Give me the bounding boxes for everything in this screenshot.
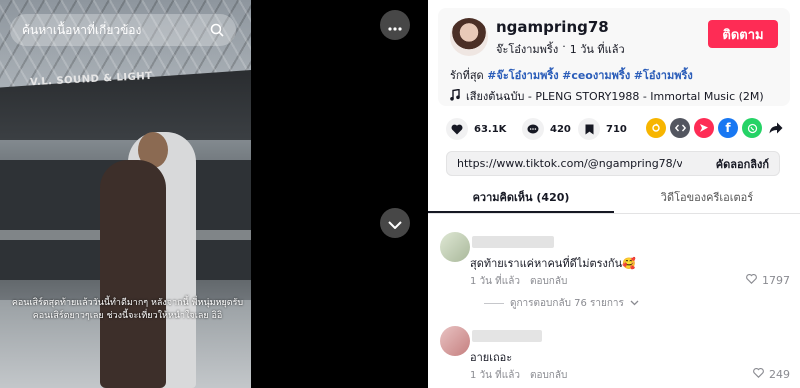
commenter-avatar[interactable]	[440, 326, 470, 356]
music-link[interactable]: เสียงต้นฉบับ - PLENG STORY1988 - Immorta…	[450, 87, 764, 105]
tab-comments[interactable]: ความคิดเห็น (420)	[428, 186, 614, 213]
heart-icon	[446, 118, 468, 140]
comment-item: สุดท้ายเราแค่หาคนที่ดีไม่ตรงกัน🥰 1 วัน ท…	[440, 232, 790, 292]
description-text: รักที่สุด	[450, 69, 484, 82]
commenter-avatar[interactable]	[440, 232, 470, 262]
search-placeholder: ค้นหาเนื้อหาที่เกี่ยวข้อง	[22, 22, 142, 37]
comment-count: 420	[550, 123, 571, 135]
video-caption: คอนเสิร์ตสุดท้ายแล้ววันนี้ทำดีมากๆ หลังจ…	[11, 298, 244, 321]
chevron-down-icon	[630, 298, 639, 309]
reply-button[interactable]: ตอบกลับ	[530, 368, 567, 383]
like-count: 63.1K	[474, 123, 507, 135]
chevron-down-icon	[388, 214, 402, 233]
comment-meta: 1 วัน ที่แล้ว ตอบกลับ	[470, 368, 567, 383]
search-icon	[210, 23, 224, 37]
whatsapp-icon[interactable]	[742, 118, 762, 138]
author-avatar[interactable]	[450, 18, 488, 56]
bookmark-icon	[578, 118, 600, 140]
commenter-name-blurred[interactable]	[472, 236, 554, 248]
heart-outline-icon	[753, 368, 764, 381]
info-panel: ngampring78 จ๊ะโอ๋งามพริ้ง · 1 วัน ที่แล…	[428, 0, 800, 388]
more-dots-icon	[388, 16, 402, 35]
tab-bar: ความคิดเห็น (420) วิดีโอของครีเอเตอร์	[428, 186, 800, 214]
comment-item: อายเถอะ 1 วัน ที่แล้ว ตอบกลับ 249	[440, 326, 790, 386]
view-replies-label: ดูการตอบกลับ 76 รายการ	[510, 298, 624, 309]
comment-like-count: 249	[769, 368, 790, 381]
save-count: 710	[606, 123, 627, 135]
video-player[interactable]: V.L. SOUND & LIGHT คอนเสิร์ตสุดท้ายแล้วว…	[0, 0, 251, 388]
action-bar: 63.1K 420 710 f	[446, 117, 786, 141]
video-panel: V.L. SOUND & LIGHT คอนเสิร์ตสุดท้ายแล้วว…	[0, 0, 428, 388]
comment-like-button[interactable]: 1797	[746, 274, 790, 287]
author-username[interactable]: ngampring78	[496, 18, 609, 36]
post-time: 1 วัน ที่แล้ว	[569, 43, 625, 56]
heart-outline-icon	[746, 274, 757, 287]
copy-link-button[interactable]: คัดลอกลิงก์	[716, 155, 769, 173]
next-video-button[interactable]	[380, 208, 410, 238]
hashtag-link[interactable]: #ceoงามพริ้ง	[562, 69, 630, 82]
reply-button[interactable]: ตอบกลับ	[530, 274, 567, 289]
author-card: ngampring78 จ๊ะโอ๋งามพริ้ง · 1 วัน ที่แล…	[438, 8, 790, 106]
comment-meta: 1 วัน ที่แล้ว ตอบกลับ	[470, 274, 567, 289]
comment-like-count: 1797	[762, 274, 790, 287]
commenter-name-blurred[interactable]	[472, 330, 542, 342]
tab-creator-videos[interactable]: วิดีโอของครีเอเตอร์	[614, 186, 800, 213]
comment-button[interactable]: 420	[522, 117, 571, 141]
author-display-name: จ๊ะโอ๋งามพริ้ง	[496, 43, 559, 56]
comment-time: 1 วัน ที่แล้ว	[470, 370, 520, 381]
comment-time: 1 วัน ที่แล้ว	[470, 276, 520, 287]
comment-text: อายเถอะ	[470, 351, 513, 364]
person-woman	[100, 160, 166, 388]
follow-button[interactable]: ติดตาม	[708, 20, 778, 48]
meta-separator: ·	[562, 40, 566, 53]
video-description: รักที่สุด #จ๊ะโอ๋งามพริ้ง #ceoงามพริ้ง #…	[450, 66, 693, 84]
related-search-bar[interactable]: ค้นหาเนื้อหาที่เกี่ยวข้อง	[10, 14, 236, 46]
hashtag-link[interactable]: #โอ๋งามพริ้ง	[634, 69, 693, 82]
video-url[interactable]: https://www.tiktok.com/@ngampring78/vide…	[457, 157, 682, 170]
author-meta: จ๊ะโอ๋งามพริ้ง · 1 วัน ที่แล้ว	[496, 40, 625, 58]
music-label: เสียงต้นฉบับ - PLENG STORY1988 - Immorta…	[466, 90, 764, 103]
save-button[interactable]: 710	[578, 117, 627, 141]
more-options-button[interactable]	[380, 10, 410, 40]
comment-icon	[522, 118, 544, 140]
music-note-icon	[450, 88, 460, 104]
comment-text: สุดท้ายเราแค่หาคนที่ดีไม่ตรงกัน🥰	[470, 257, 636, 270]
like-button[interactable]: 63.1K	[446, 117, 506, 141]
share-arrow-icon[interactable]	[766, 118, 786, 138]
facebook-icon[interactable]: f	[718, 118, 738, 138]
send-icon[interactable]	[694, 118, 714, 138]
video-link-box: https://www.tiktok.com/@ngampring78/vide…	[446, 151, 780, 176]
comment-like-button[interactable]: 249	[753, 368, 790, 381]
view-replies-button[interactable]: ดูการตอบกลับ 76 รายการ	[484, 296, 639, 311]
embed-icon[interactable]	[646, 118, 666, 138]
code-icon[interactable]	[670, 118, 690, 138]
replies-divider	[484, 303, 504, 304]
hashtag-link[interactable]: #จ๊ะโอ๋งามพริ้ง	[487, 69, 558, 82]
